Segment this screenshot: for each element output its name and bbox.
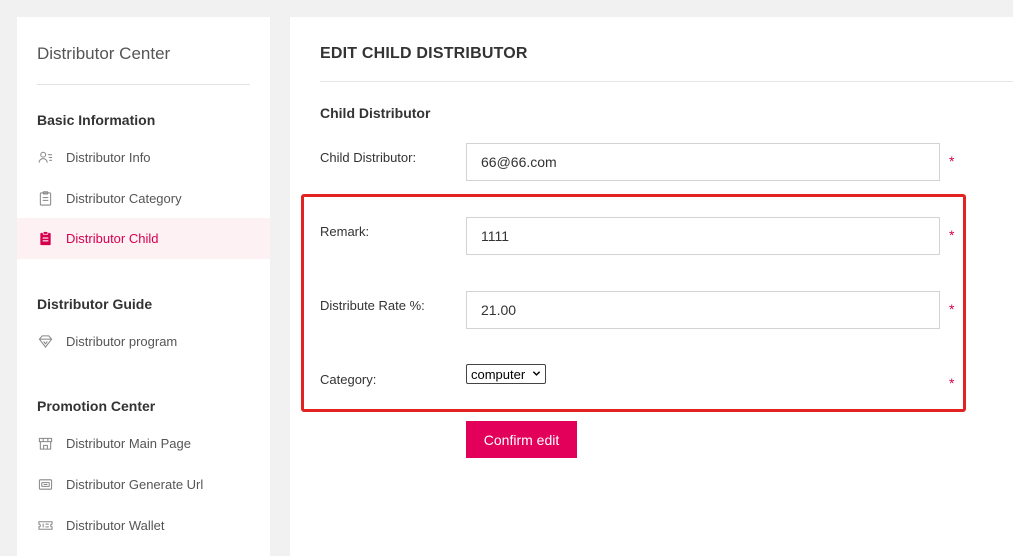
sidebar-divider — [37, 84, 250, 85]
sidebar-item-label: Distributor Wallet — [66, 518, 165, 533]
store-icon — [37, 436, 53, 452]
sidebar: Distributor Center Basic Information Dis… — [17, 17, 270, 556]
sidebar-item-label: Distributor Generate Url — [66, 477, 204, 492]
sidebar-item-distributor-child[interactable]: Distributor Child — [17, 218, 270, 259]
sidebar-title: Distributor Center — [37, 44, 171, 63]
sidebar-item-distributor-main-page[interactable]: Distributor Main Page — [17, 423, 270, 464]
sidebar-item-distributor-info[interactable]: Distributor Info — [17, 137, 270, 178]
page-title: EDIT CHILD DISTRIBUTOR — [320, 45, 528, 62]
chevron-down-icon — [532, 371, 541, 376]
remark-field[interactable] — [466, 217, 940, 255]
remark-label: Remark: — [320, 224, 370, 239]
sidebar-item-label: Distributor Info — [66, 150, 151, 165]
category-select[interactable]: computer — [466, 364, 546, 384]
sidebar-item-label: Distributor Child — [66, 231, 159, 246]
clipboard-filled-icon — [37, 231, 53, 247]
sidebar-item-label: Distributor Main Page — [66, 436, 191, 451]
main-panel: EDIT CHILD DISTRIBUTOR Child Distributor… — [290, 17, 1013, 556]
diamond-icon — [37, 334, 53, 350]
child-distributor-label: Child Distributor: — [320, 150, 417, 165]
sidebar-item-label: Distributor program — [66, 334, 178, 349]
required-mark: * — [949, 301, 955, 317]
wallet-ticket-icon — [37, 518, 53, 534]
sidebar-item-distributor-wallet[interactable]: Distributor Wallet — [17, 505, 270, 546]
section-title-distributor-guide: Distributor Guide — [37, 296, 153, 312]
link-card-icon — [37, 477, 53, 493]
form-section-title: Child Distributor — [320, 105, 431, 121]
title-divider — [320, 81, 1013, 82]
sidebar-item-distributor-program[interactable]: Distributor program — [17, 321, 270, 362]
confirm-edit-button[interactable]: Confirm edit — [466, 421, 577, 458]
distribute-rate-label: Distribute Rate %: — [320, 298, 425, 313]
child-distributor-field[interactable] — [466, 143, 940, 181]
category-label: Category: — [320, 372, 377, 387]
clipboard-icon — [37, 191, 53, 207]
sidebar-item-distributor-category[interactable]: Distributor Category — [17, 178, 270, 219]
distribute-rate-field[interactable] — [466, 291, 940, 329]
required-mark: * — [949, 227, 955, 243]
section-title-basic-information: Basic Information — [37, 112, 156, 128]
sidebar-item-label: Distributor Category — [66, 191, 182, 206]
category-select-value: computer — [471, 366, 526, 382]
required-mark: * — [949, 375, 955, 391]
sidebar-item-distributor-generate-url[interactable]: Distributor Generate Url — [17, 464, 270, 505]
required-mark: * — [949, 153, 955, 169]
user-card-icon — [37, 150, 53, 166]
section-title-promotion-center: Promotion Center — [37, 398, 156, 414]
